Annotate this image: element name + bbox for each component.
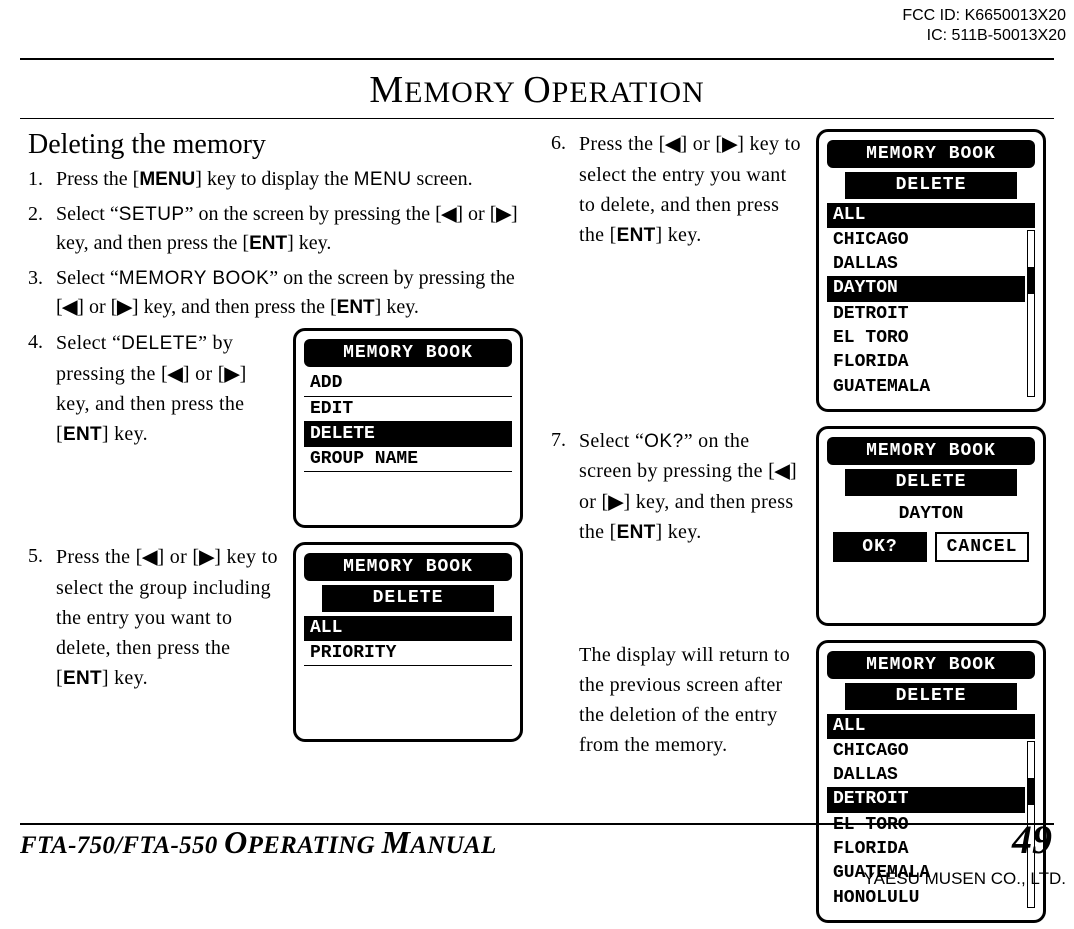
lcd-title: MEMORY BOOK — [304, 553, 512, 581]
lcd-step5: MEMORY BOOK DELETE ALL PRIORITY — [293, 542, 523, 742]
lcd-item-selected: DAYTON — [827, 276, 1025, 301]
company-name: YAESU MUSEN CO., LTD. — [864, 869, 1066, 889]
steps-left: 1. Press the [MENU] key to display the M… — [28, 165, 523, 742]
step-7-text: Select “OK?” on the screen by pressing t… — [579, 426, 804, 548]
title-divider — [20, 118, 1054, 119]
lcd-step7: MEMORY BOOK DELETE DAYTON OK? CANCEL — [816, 426, 1046, 626]
lcd-item: FLORIDA — [827, 350, 1025, 374]
step-number: 4. — [28, 328, 56, 528]
step-number: 7. — [551, 426, 579, 626]
lcd-item-selected: DETROIT — [827, 787, 1025, 812]
step-text: Select “MEMORY BOOK” on the screen by pr… — [56, 264, 523, 322]
lcd-item: HONOLULU — [827, 886, 1025, 910]
step-1: 1. Press the [MENU] key to display the M… — [28, 165, 523, 194]
lcd-subtitle: DELETE — [845, 172, 1017, 198]
lcd-list: CHICAGO DALLAS DAYTON DETROIT EL TORO FL… — [827, 228, 1035, 399]
lcd-item: EL TORO — [827, 326, 1025, 350]
step-text: Press the [◀] or [▶] key to select the g… — [56, 542, 523, 742]
lcd-title: MEMORY BOOK — [304, 339, 512, 367]
page-title: MEMORY OPERATION — [20, 68, 1054, 112]
step-6-text: Press the [◀] or [▶] key to select the e… — [579, 129, 804, 250]
lcd-item: EDIT — [304, 397, 512, 422]
step-5: 5. Press the [◀] or [▶] key to select th… — [28, 542, 523, 742]
lcd-item: DETROIT — [827, 302, 1025, 326]
lcd-item: DALLAS — [827, 763, 1025, 787]
step-4: 4. Select “DELETE” by pressing the [◀] o… — [28, 328, 523, 528]
step-number: 2. — [28, 200, 56, 258]
content-columns: Deleting the memory 1. Press the [MENU] … — [20, 129, 1054, 929]
step-7: 7. Select “OK?” on the screen by pressin… — [551, 426, 1046, 626]
steps-right: 6. Press the [◀] or [▶] key to select th… — [551, 129, 1046, 923]
fcc-id: FCC ID: K6650013X20 — [902, 6, 1066, 26]
lcd-entry-name: DAYTON — [827, 500, 1035, 528]
lcd-button-row: OK? CANCEL — [833, 532, 1029, 562]
lcd-title: MEMORY BOOK — [827, 437, 1035, 465]
lcd-item: CHICAGO — [827, 228, 1025, 252]
step-3: 3. Select “MEMORY BOOK” on the screen by… — [28, 264, 523, 322]
lcd-cancel-button: CANCEL — [935, 532, 1029, 562]
lcd-item: FLORIDA — [827, 837, 1025, 861]
step-number: 1. — [28, 165, 56, 194]
footer-manual-title: FTA-750/FTA-550 OPERATING MANUAL — [20, 824, 497, 861]
left-column: Deleting the memory 1. Press the [MENU] … — [28, 129, 523, 929]
step-number: 6. — [551, 129, 579, 412]
ic-id: IC: 511B-50013X20 — [902, 26, 1066, 46]
step-text: Select “OK?” on the screen by pressing t… — [579, 426, 1046, 626]
lcd-item: CHICAGO — [827, 739, 1025, 763]
page-frame: MEMORY OPERATION Deleting the memory 1. … — [20, 58, 1054, 849]
step-text: Select “SETUP” on the screen by pressing… — [56, 200, 523, 258]
lcd-step6: MEMORY BOOK DELETE ALL CHICAGO DALLAS DA… — [816, 129, 1046, 412]
lcd-item: PRIORITY — [304, 641, 512, 666]
step-4-text: Select “DELETE” by pressing the [◀] or [… — [56, 328, 281, 450]
step-5-text: Press the [◀] or [▶] key to select the g… — [56, 542, 281, 693]
step-text: Press the [◀] or [▶] key to select the e… — [579, 129, 1046, 412]
lcd-header-row: ALL — [827, 203, 1035, 228]
lcd-scrollbar — [1027, 230, 1035, 397]
lcd-title: MEMORY BOOK — [827, 651, 1035, 679]
step-text: Select “DELETE” by pressing the [◀] or [… — [56, 328, 523, 528]
fcc-id-block: FCC ID: K6650013X20 IC: 511B-50013X20 — [902, 6, 1066, 46]
step-number: 3. — [28, 264, 56, 322]
step-6: 6. Press the [◀] or [▶] key to select th… — [551, 129, 1046, 412]
lcd-title: MEMORY BOOK — [827, 140, 1035, 168]
lcd-step4: MEMORY BOOK ADD EDIT DELETE GROUP NAME — [293, 328, 523, 528]
lcd-subtitle: DELETE — [322, 585, 494, 611]
lcd-item: ADD — [304, 371, 512, 396]
step-2: 2. Select “SETUP” on the screen by press… — [28, 200, 523, 258]
lcd-subtitle: DELETE — [845, 683, 1017, 709]
lcd-header-row: ALL — [827, 714, 1035, 739]
lcd-item: GUATEMALA — [827, 375, 1025, 399]
page-number: 49 — [1012, 816, 1052, 863]
lcd-item-selected: DELETE — [304, 422, 512, 447]
section-title: Deleting the memory — [28, 129, 523, 161]
step-text: Press the [MENU] key to display the MENU… — [56, 165, 523, 194]
lcd-ok-button: OK? — [833, 532, 927, 562]
lcd-item: GROUP NAME — [304, 447, 512, 472]
lcd-subtitle: DELETE — [845, 469, 1017, 495]
lcd-item: DALLAS — [827, 252, 1025, 276]
step-number — [551, 640, 579, 923]
right-column: 6. Press the [◀] or [▶] key to select th… — [551, 129, 1046, 929]
lcd-item-selected: ALL — [304, 616, 512, 641]
final-text: The display will return to the previous … — [579, 640, 804, 760]
step-number: 5. — [28, 542, 56, 742]
